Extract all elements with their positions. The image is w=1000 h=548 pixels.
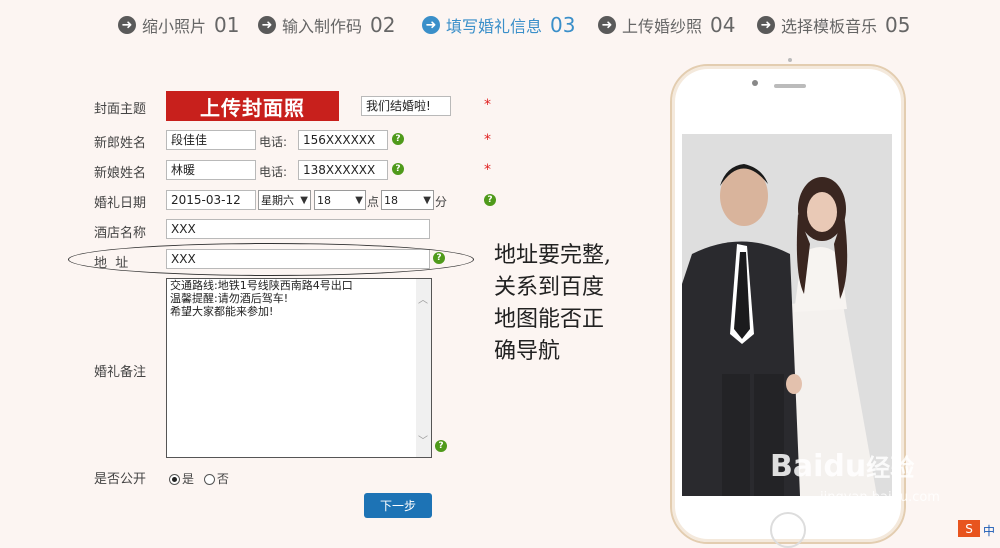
step-label: 输入制作码 — [282, 17, 363, 36]
chevron-up-icon[interactable]: ︿ — [418, 291, 428, 306]
speaker-icon — [774, 84, 806, 88]
hour-value: 18 — [317, 193, 331, 207]
cover-label: 封面主题 — [94, 102, 147, 117]
remark-line: 交通路线:地铁1号线陕西南路4号出口 — [170, 279, 353, 292]
step-label: 选择模板音乐 — [781, 17, 878, 36]
annotation-line: 地址要完整, — [494, 243, 611, 268]
remark-line: 温馨提醒:请勿酒后驾车! — [170, 292, 289, 305]
minute-unit: 分 — [435, 195, 448, 209]
hotel-name-input[interactable]: XXX — [166, 219, 430, 239]
remark-line: 希望大家都能来参加! — [170, 305, 274, 318]
step-number: 05 — [885, 13, 911, 37]
bride-phone-label: 电话: — [259, 165, 288, 179]
hotel-name-label: 酒店名称 — [94, 226, 147, 241]
public-yes-label: 是 — [182, 472, 195, 486]
groom-name-input[interactable]: 段佳佳 — [166, 130, 256, 150]
baidu-watermark: Baidu经验 — [770, 448, 914, 484]
remark-label: 婚礼备注 — [94, 365, 147, 380]
watermark-brand-cn: 经验 — [866, 454, 915, 482]
bride-name-label: 新娘姓名 — [94, 166, 147, 181]
public-yes-radio[interactable] — [169, 474, 180, 485]
ime-mode-label[interactable]: 中 — [983, 522, 995, 539]
step-1[interactable]: ➜ 缩小照片 01 — [118, 13, 239, 37]
wedding-photo — [682, 134, 892, 496]
arrow-right-icon: ➜ — [598, 16, 616, 34]
chevron-down-icon: ▼ — [300, 194, 308, 206]
couple-photo-image — [682, 134, 892, 496]
arrow-right-icon: ➜ — [118, 16, 136, 34]
upload-cover-button[interactable]: 上传封面照 — [166, 91, 339, 121]
arrow-right-icon: ➜ — [757, 16, 775, 34]
watermark-url: jingyan.baidu.com — [820, 490, 940, 505]
annotation-line: 地图能否正 — [494, 307, 605, 332]
public-radio-group: 是 否 — [169, 470, 229, 487]
minute-select[interactable]: 18 ▼ — [381, 190, 434, 210]
arrow-right-icon: ➜ — [258, 16, 276, 34]
hour-unit: 点 — [367, 195, 380, 209]
step-number: 03 — [550, 13, 576, 37]
annotation-line: 确导航 — [494, 339, 561, 364]
step-4[interactable]: ➜ 上传婚纱照 04 — [598, 13, 735, 37]
minute-value: 18 — [384, 193, 398, 207]
annotation-line: 关系到百度 — [494, 275, 605, 300]
ime-logo-icon[interactable]: S — [958, 520, 980, 537]
required-mark: * — [484, 132, 491, 148]
cover-title-input[interactable]: 我们结婚啦! — [361, 96, 451, 116]
chevron-down-icon: ▼ — [355, 194, 363, 206]
chevron-down-icon: ▼ — [423, 194, 431, 206]
wedding-date-input[interactable]: 2015-03-12 — [166, 190, 256, 210]
weekday-select[interactable]: 星期六 ▼ — [258, 190, 311, 210]
step-label: 缩小照片 — [142, 17, 207, 36]
groom-phone-label: 电话: — [259, 135, 288, 149]
required-mark: * — [484, 162, 491, 178]
public-label: 是否公开 — [94, 472, 147, 487]
phone-sensor — [788, 58, 792, 62]
help-icon[interactable]: ? — [484, 194, 496, 206]
remark-textarea[interactable]: 交通路线:地铁1号线陕西南路4号出口 温馨提醒:请勿酒后驾车! 希望大家都能来参… — [166, 278, 432, 458]
step-label: 上传婚纱照 — [622, 17, 703, 36]
required-mark: * — [484, 97, 491, 113]
bride-name-input[interactable]: 林暖 — [166, 160, 256, 180]
step-number: 02 — [370, 13, 396, 37]
wedding-date-label: 婚礼日期 — [94, 196, 147, 211]
bride-phone-input[interactable]: 138XXXXXX — [298, 160, 388, 180]
highlight-oval — [68, 243, 474, 276]
home-button — [770, 512, 806, 548]
chevron-down-icon[interactable]: ﹀ — [418, 432, 428, 447]
next-button[interactable]: 下一步 — [364, 493, 432, 518]
step-2[interactable]: ➜ 输入制作码 02 — [258, 13, 395, 37]
watermark-brand: Baidu — [770, 449, 867, 484]
step-3[interactable]: ➜ 填写婚礼信息 03 — [422, 13, 575, 37]
groom-name-label: 新郎姓名 — [94, 136, 147, 151]
step-label: 填写婚礼信息 — [446, 17, 543, 36]
annotation-note: 地址要完整, 关系到百度 地图能否正 确导航 — [494, 240, 611, 368]
public-no-radio[interactable] — [203, 474, 215, 485]
weekday-value: 星期六 — [261, 194, 294, 207]
step-number: 04 — [710, 13, 736, 37]
camera-icon — [752, 80, 758, 86]
hour-select[interactable]: 18 ▼ — [314, 190, 366, 210]
groom-phone-input[interactable]: 156XXXXXX — [298, 130, 388, 150]
step-number: 01 — [214, 13, 240, 37]
help-icon[interactable]: ? — [435, 440, 447, 452]
help-icon[interactable]: ? — [392, 133, 404, 145]
step-bar: ➜ 缩小照片 01 ➜ 输入制作码 02 ➜ 填写婚礼信息 03 ➜ 上传婚纱照… — [0, 0, 1000, 50]
help-icon[interactable]: ? — [392, 163, 404, 175]
scrollbar[interactable]: ︿ ﹀ — [416, 279, 431, 457]
arrow-right-icon: ➜ — [422, 16, 440, 34]
public-no-label: 否 — [216, 472, 229, 486]
step-5[interactable]: ➜ 选择模板音乐 05 — [757, 13, 910, 37]
